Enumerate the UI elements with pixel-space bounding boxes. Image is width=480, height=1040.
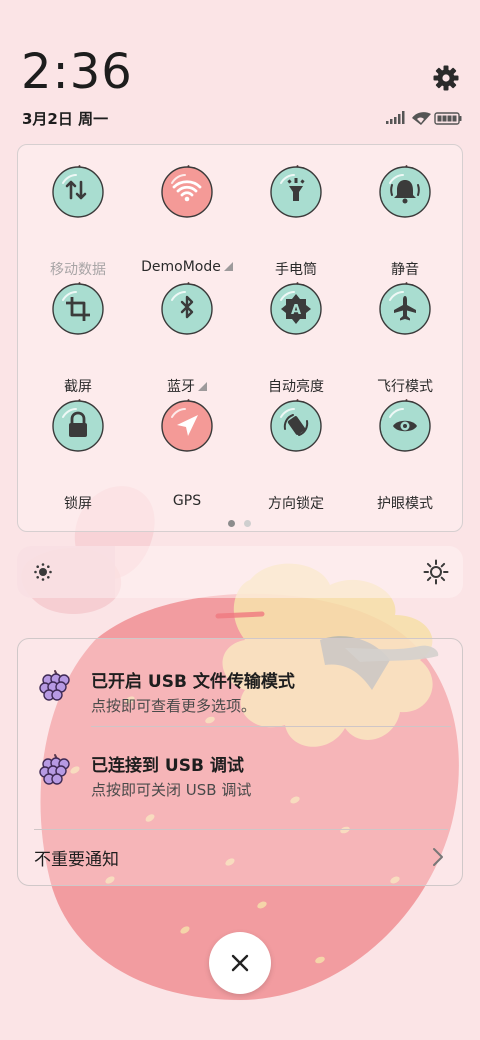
tile-location[interactable]: GPS — [132, 399, 242, 515]
brightness-high-icon — [423, 559, 449, 585]
tile-label-text: GPS — [172, 493, 202, 509]
system-status-icons — [386, 111, 462, 125]
wifi-icon — [161, 165, 213, 218]
status-bar: 2:36 3月2日 周一 — [0, 0, 480, 140]
tile-label-text: 移动数据 — [50, 262, 106, 278]
battery-icon — [434, 112, 462, 125]
location-icon — [161, 399, 213, 452]
lock-icon — [52, 399, 104, 452]
tile-bluetooth[interactable]: 蓝牙 — [132, 282, 242, 398]
tile-lock[interactable]: 锁屏 — [23, 399, 133, 515]
less-important-label: 不重要通知 — [34, 850, 119, 870]
chevron-right-icon — [433, 848, 443, 866]
eye-icon — [379, 399, 431, 452]
tile-label-text: 自动亮度 — [268, 379, 324, 395]
tile-label: 锁屏 — [23, 493, 133, 513]
notification-title: 已开启 USB 文件传输模式 — [91, 672, 295, 692]
tile-bell[interactable]: 静音 — [350, 165, 460, 281]
crop-icon — [52, 282, 104, 335]
tile-label: 飞行模式 — [350, 376, 460, 396]
tile-label-text: 锁屏 — [64, 496, 92, 512]
bluetooth-icon — [161, 282, 213, 335]
notification-subtitle: 点按即可查看更多选项。 — [91, 697, 257, 715]
tile-label: 护眼模式 — [350, 493, 460, 513]
tile-label: 手电筒 — [241, 259, 351, 279]
flashlight-icon — [270, 165, 322, 218]
tile-label-text: 静音 — [391, 262, 419, 278]
wifi-icon — [412, 112, 431, 125]
mobile-data-icon — [52, 165, 104, 218]
quick-settings-panel: 移动数据 DemoMode 手电筒 静音截屏 蓝牙 A 自动亮度 飞行模式锁屏 GPS 方向锁定 护… — [17, 144, 463, 532]
tile-label-text: 截屏 — [64, 379, 92, 395]
tile-label: GPS — [132, 493, 242, 509]
tile-crop[interactable]: 截屏 — [23, 282, 133, 398]
notification-card: 已开启 USB 文件传输模式 点按即可查看更多选项。 已连接到 USB 调试 点… — [17, 638, 463, 886]
tile-rotation-lock[interactable]: 方向锁定 — [241, 399, 351, 515]
brightness-slider[interactable] — [17, 546, 463, 598]
tile-label-text: 蓝牙 — [167, 379, 195, 395]
expand-indicator-icon — [223, 262, 233, 271]
notification-title: 已连接到 USB 调试 — [91, 756, 244, 776]
gear-icon[interactable] — [430, 62, 462, 94]
date[interactable]: 3月2日 周一 — [22, 108, 108, 129]
grape-icon — [39, 670, 70, 701]
tile-label-text: 方向锁定 — [268, 496, 324, 512]
close-icon — [231, 954, 249, 972]
expand-indicator-icon — [198, 382, 207, 391]
grape-icon — [39, 754, 70, 785]
airplane-icon — [379, 282, 431, 335]
page-dot — [228, 520, 235, 527]
tile-label: 移动数据 — [23, 259, 133, 279]
tile-label-text: 护眼模式 — [377, 496, 433, 512]
tile-label: 自动亮度 — [241, 376, 351, 396]
brightness-low-icon — [34, 563, 52, 581]
tile-wifi[interactable]: DemoMode — [132, 165, 242, 281]
rotation-lock-icon — [270, 399, 322, 452]
clear-all-button[interactable] — [209, 932, 271, 994]
divider — [34, 829, 448, 830]
tile-label: 方向锁定 — [241, 493, 351, 513]
tile-flashlight[interactable]: 手电筒 — [241, 165, 351, 281]
page-indicator[interactable] — [228, 520, 258, 528]
tile-label-text: DemoMode — [141, 259, 221, 275]
tile-label: DemoMode — [132, 259, 242, 275]
tile-label: 静音 — [350, 259, 460, 279]
svg-text:A: A — [291, 303, 301, 318]
tile-mobile-data[interactable]: 移动数据 — [23, 165, 133, 281]
bell-icon — [379, 165, 431, 218]
signal-icon — [386, 111, 405, 124]
tile-auto-brightness[interactable]: A 自动亮度 — [241, 282, 351, 398]
tile-label-text: 手电筒 — [275, 262, 317, 278]
tile-eye[interactable]: 护眼模式 — [350, 399, 460, 515]
page-dot — [244, 520, 251, 527]
tile-label: 蓝牙 — [132, 376, 242, 396]
tile-airplane[interactable]: 飞行模式 — [350, 282, 460, 398]
notification-usb-transfer[interactable]: 已开启 USB 文件传输模式 点按即可查看更多选项。 — [18, 639, 464, 719]
brightness-fill — [17, 546, 116, 598]
auto-brightness-icon: A — [270, 282, 322, 335]
notification-usb-debug[interactable]: 已连接到 USB 调试 点按即可关闭 USB 调试 — [18, 723, 464, 803]
clock[interactable]: 2:36 — [21, 44, 133, 100]
tile-label: 截屏 — [23, 376, 133, 396]
notification-subtitle: 点按即可关闭 USB 调试 — [91, 781, 252, 799]
less-important-notifications[interactable]: 不重要通知 — [18, 835, 464, 883]
tile-label-text: 飞行模式 — [377, 379, 433, 395]
